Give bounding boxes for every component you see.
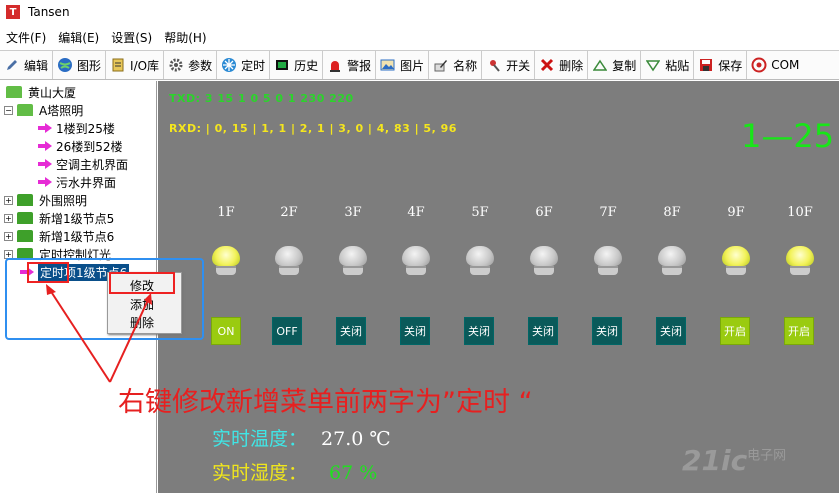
annotation-instruction: 右键修改新增菜单前两字为”定时 “ bbox=[118, 387, 533, 418]
annotation-arrows bbox=[46, 284, 152, 383]
